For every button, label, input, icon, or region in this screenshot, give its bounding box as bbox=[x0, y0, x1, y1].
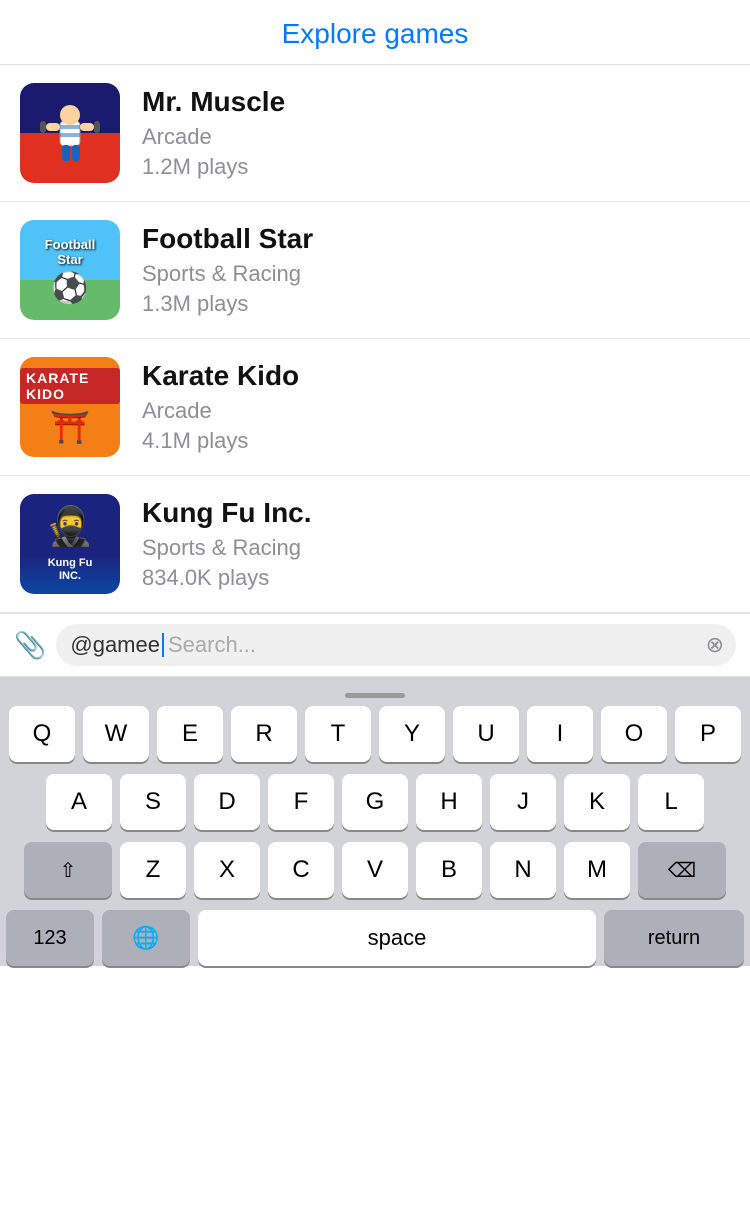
game-plays-football-star: 1.3M plays bbox=[142, 291, 730, 317]
key-y[interactable]: Y bbox=[379, 706, 445, 762]
kung-fu-inc-art: 🥷 Kung FuINC. bbox=[20, 494, 120, 594]
game-info-mr-muscle: Mr. Muscle Arcade 1.2M plays bbox=[142, 86, 730, 180]
key-x[interactable]: X bbox=[194, 842, 260, 898]
keyboard: Q W E R T Y U I O P A S D F G H J K L ⇧ … bbox=[0, 677, 750, 966]
key-return[interactable]: return bbox=[604, 910, 744, 966]
game-item-karate-kido[interactable]: KARATE KIDO ⛩️ Karate Kido Arcade 4.1M p… bbox=[0, 339, 750, 476]
key-k[interactable]: K bbox=[564, 774, 630, 830]
key-s[interactable]: S bbox=[120, 774, 186, 830]
game-item-football-star[interactable]: FootballStar ⚽ Football Star Sports & Ra… bbox=[0, 202, 750, 339]
key-o[interactable]: O bbox=[601, 706, 667, 762]
key-j[interactable]: J bbox=[490, 774, 556, 830]
game-category-karate-kido: Arcade bbox=[142, 398, 730, 424]
key-l[interactable]: L bbox=[638, 774, 704, 830]
text-cursor bbox=[162, 633, 164, 657]
game-item-mr-muscle[interactable]: Mr. Muscle Arcade 1.2M plays bbox=[0, 65, 750, 202]
key-h[interactable]: H bbox=[416, 774, 482, 830]
key-i[interactable]: I bbox=[527, 706, 593, 762]
game-category-kung-fu-inc: Sports & Racing bbox=[142, 535, 730, 561]
gamee-prefix: @gamee bbox=[70, 632, 160, 658]
game-category-football-star: Sports & Racing bbox=[142, 261, 730, 287]
key-m[interactable]: M bbox=[564, 842, 630, 898]
keyboard-handle bbox=[0, 687, 750, 706]
game-title-karate-kido: Karate Kido bbox=[142, 360, 730, 392]
key-space[interactable]: space bbox=[198, 910, 596, 966]
keyboard-handle-bar bbox=[345, 693, 405, 698]
explore-title: Explore games bbox=[282, 18, 469, 49]
key-123[interactable]: 123 bbox=[6, 910, 94, 966]
keyboard-row-4: 123 🌐 space return bbox=[0, 910, 750, 966]
search-placeholder: Search... bbox=[168, 632, 256, 658]
search-field[interactable]: @gamee Search... ⊗ bbox=[56, 624, 736, 666]
game-title-kung-fu-inc: Kung Fu Inc. bbox=[142, 497, 730, 529]
game-plays-karate-kido: 4.1M plays bbox=[142, 428, 730, 454]
game-title-mr-muscle: Mr. Muscle bbox=[142, 86, 730, 118]
game-item-kung-fu-inc[interactable]: 🥷 Kung FuINC. Kung Fu Inc. Sports & Raci… bbox=[0, 476, 750, 613]
key-g[interactable]: G bbox=[342, 774, 408, 830]
game-thumb-mr-muscle bbox=[20, 83, 120, 183]
key-u[interactable]: U bbox=[453, 706, 519, 762]
mr-muscle-art bbox=[20, 83, 120, 183]
game-plays-mr-muscle: 1.2M plays bbox=[142, 154, 730, 180]
key-globe[interactable]: 🌐 bbox=[102, 910, 190, 966]
key-b[interactable]: B bbox=[416, 842, 482, 898]
key-q[interactable]: Q bbox=[9, 706, 75, 762]
game-thumb-kung-fu-inc: 🥷 Kung FuINC. bbox=[20, 494, 120, 594]
key-v[interactable]: V bbox=[342, 842, 408, 898]
keyboard-row-1: Q W E R T Y U I O P bbox=[0, 706, 750, 762]
key-r[interactable]: R bbox=[231, 706, 297, 762]
game-info-kung-fu-inc: Kung Fu Inc. Sports & Racing 834.0K play… bbox=[142, 497, 730, 591]
game-thumb-karate-kido: KARATE KIDO ⛩️ bbox=[20, 357, 120, 457]
key-e[interactable]: E bbox=[157, 706, 223, 762]
keyboard-row-3: ⇧ Z X C V B N M ⌫ bbox=[0, 842, 750, 898]
key-c[interactable]: C bbox=[268, 842, 334, 898]
karate-kido-art: KARATE KIDO ⛩️ bbox=[20, 357, 120, 457]
key-n[interactable]: N bbox=[490, 842, 556, 898]
key-f[interactable]: F bbox=[268, 774, 334, 830]
explore-header: Explore games bbox=[0, 0, 750, 65]
key-w[interactable]: W bbox=[83, 706, 149, 762]
game-title-football-star: Football Star bbox=[142, 223, 730, 255]
football-star-art: FootballStar ⚽ bbox=[20, 220, 120, 320]
input-bar: 📎 @gamee Search... ⊗ bbox=[0, 613, 750, 677]
game-category-mr-muscle: Arcade bbox=[142, 124, 730, 150]
clear-icon[interactable]: ⊗ bbox=[706, 632, 724, 658]
game-info-football-star: Football Star Sports & Racing 1.3M plays bbox=[142, 223, 730, 317]
key-p[interactable]: P bbox=[675, 706, 741, 762]
game-list: Mr. Muscle Arcade 1.2M plays FootballSta… bbox=[0, 65, 750, 613]
key-a[interactable]: A bbox=[46, 774, 112, 830]
key-shift[interactable]: ⇧ bbox=[24, 842, 112, 898]
attach-icon[interactable]: 📎 bbox=[14, 630, 46, 661]
game-plays-kung-fu-inc: 834.0K plays bbox=[142, 565, 730, 591]
game-info-karate-kido: Karate Kido Arcade 4.1M plays bbox=[142, 360, 730, 454]
game-thumb-football-star: FootballStar ⚽ bbox=[20, 220, 120, 320]
keyboard-row-2: A S D F G H J K L bbox=[0, 774, 750, 830]
key-backspace[interactable]: ⌫ bbox=[638, 842, 726, 898]
key-z[interactable]: Z bbox=[120, 842, 186, 898]
key-d[interactable]: D bbox=[194, 774, 260, 830]
key-t[interactable]: T bbox=[305, 706, 371, 762]
